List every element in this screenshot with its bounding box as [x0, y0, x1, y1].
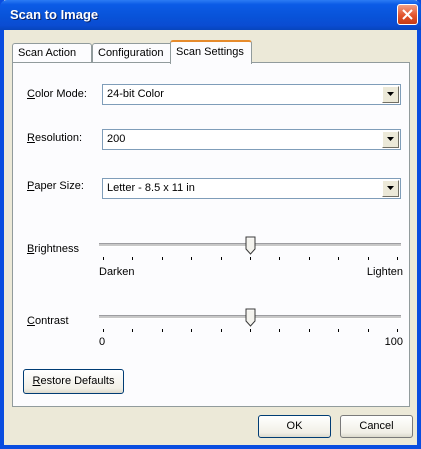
slider-tick [397, 329, 398, 332]
tab-scan-action[interactable]: Scan Action [12, 43, 92, 63]
slider-tick [191, 257, 192, 260]
slider-tick [191, 329, 192, 332]
contrast-max-label: 100 [384, 336, 403, 348]
paper-size-dropdown-button[interactable] [382, 180, 399, 197]
slider-tick [132, 257, 133, 260]
slider-tick [221, 257, 222, 260]
color-mode-label: Color Mode: [27, 88, 87, 100]
scan-to-image-window: Scan to Image Scan Action Configuration … [0, 0, 421, 449]
brightness-label: Brightness [27, 243, 79, 255]
paper-size-value: Letter - 8.5 x 11 in [107, 182, 195, 194]
tab-scan-settings[interactable]: Scan Settings [170, 40, 252, 64]
contrast-slider[interactable] [99, 307, 401, 335]
slider-tick [368, 257, 369, 260]
resolution-select[interactable]: 200 [102, 129, 401, 150]
close-button[interactable] [397, 4, 418, 25]
slider-tick [279, 257, 280, 260]
slider-tick [103, 329, 104, 332]
resolution-value: 200 [107, 133, 126, 145]
slider-thumb[interactable] [245, 236, 256, 255]
resolution-label: Resolution: [27, 132, 83, 144]
window-title: Scan to Image [10, 7, 99, 22]
slider-tick [162, 329, 163, 332]
color-mode-value: 24-bit Color [107, 88, 164, 100]
color-mode-dropdown-button[interactable] [382, 86, 399, 103]
brightness-min-label: Darken [99, 266, 135, 278]
contrast-min-label: 0 [99, 336, 106, 348]
slider-tick [309, 329, 310, 332]
restore-defaults-button[interactable]: Restore Defaults [23, 369, 124, 394]
slider-tick [162, 257, 163, 260]
slider-tick [338, 257, 339, 260]
slider-tick [250, 329, 251, 332]
slider-tick [250, 257, 251, 260]
chevron-down-icon [387, 92, 394, 96]
slider-tick [132, 329, 133, 332]
brightness-slider[interactable] [99, 235, 401, 263]
slider-thumb[interactable] [245, 308, 256, 327]
tab-configuration[interactable]: Configuration [92, 43, 174, 63]
slider-tick [397, 257, 398, 260]
slider-tick [279, 329, 280, 332]
slider-tick [309, 257, 310, 260]
slider-tick [103, 257, 104, 260]
ok-button[interactable]: OK [258, 415, 331, 438]
cancel-button[interactable]: Cancel [340, 415, 413, 438]
chevron-down-icon [387, 137, 394, 141]
contrast-label: Contrast [27, 315, 69, 327]
chevron-down-icon [387, 186, 394, 190]
paper-size-label: Paper Size: [27, 180, 84, 192]
slider-tick [221, 329, 222, 332]
scan-settings-panel: Color Mode: 24-bit Color Resolution: 200… [12, 62, 410, 407]
color-mode-select[interactable]: 24-bit Color [102, 84, 401, 105]
paper-size-select[interactable]: Letter - 8.5 x 11 in [102, 178, 401, 199]
brightness-max-label: Lighten [366, 266, 403, 278]
slider-tick [338, 329, 339, 332]
resolution-dropdown-button[interactable] [382, 131, 399, 148]
slider-tick [368, 329, 369, 332]
title-bar[interactable]: Scan to Image [0, 0, 421, 30]
